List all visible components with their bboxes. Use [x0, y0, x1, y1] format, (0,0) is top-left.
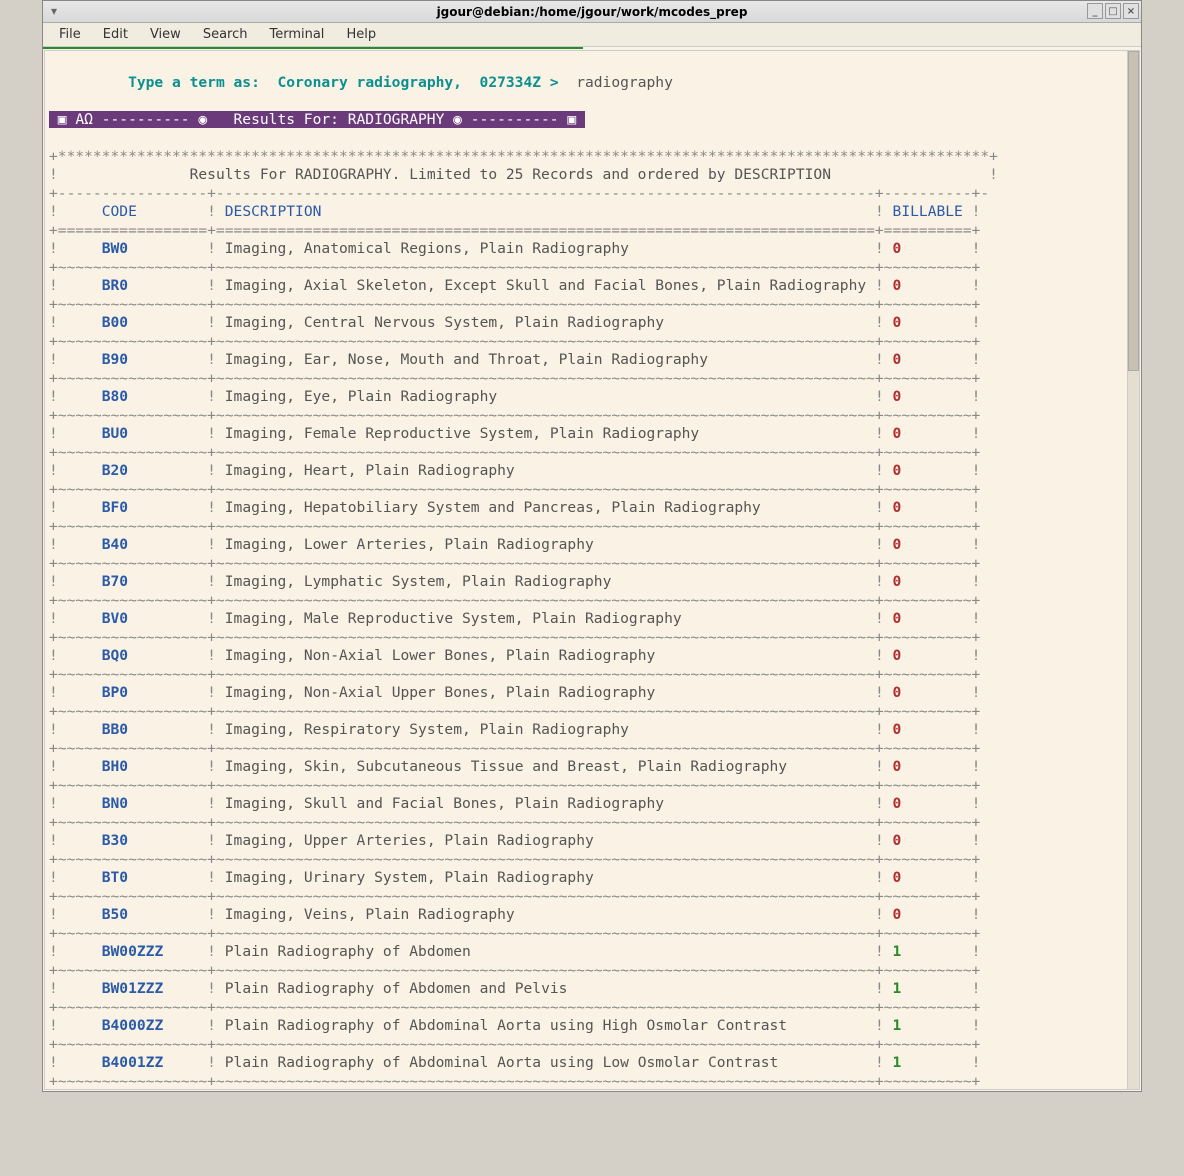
menu-file[interactable]: File — [49, 25, 91, 44]
terminal-content[interactable]: Type a term as: Coronary radiography, 02… — [44, 50, 1140, 1090]
window-controls: _ □ × — [1087, 3, 1139, 19]
menubar: File Edit View Search Terminal Help — [43, 23, 1141, 47]
menu-edit[interactable]: Edit — [93, 25, 138, 44]
menu-view[interactable]: View — [140, 25, 191, 44]
scrollbar[interactable] — [1127, 51, 1139, 1089]
window-menu-icon[interactable]: ▾ — [47, 4, 61, 18]
menu-search[interactable]: Search — [193, 25, 258, 44]
active-tab-indicator — [43, 47, 583, 49]
minimize-button[interactable]: _ — [1087, 3, 1103, 19]
menu-help[interactable]: Help — [336, 25, 386, 44]
window-title: jgour@debian:/home/jgour/work/mcodes_pre… — [437, 5, 748, 19]
terminal-window: ▾ jgour@debian:/home/jgour/work/mcodes_p… — [42, 0, 1142, 1092]
scrollbar-thumb[interactable] — [1128, 51, 1139, 371]
window-titlebar[interactable]: ▾ jgour@debian:/home/jgour/work/mcodes_p… — [43, 1, 1141, 23]
maximize-button[interactable]: □ — [1105, 3, 1121, 19]
close-button[interactable]: × — [1123, 3, 1139, 19]
menu-terminal[interactable]: Terminal — [259, 25, 334, 44]
